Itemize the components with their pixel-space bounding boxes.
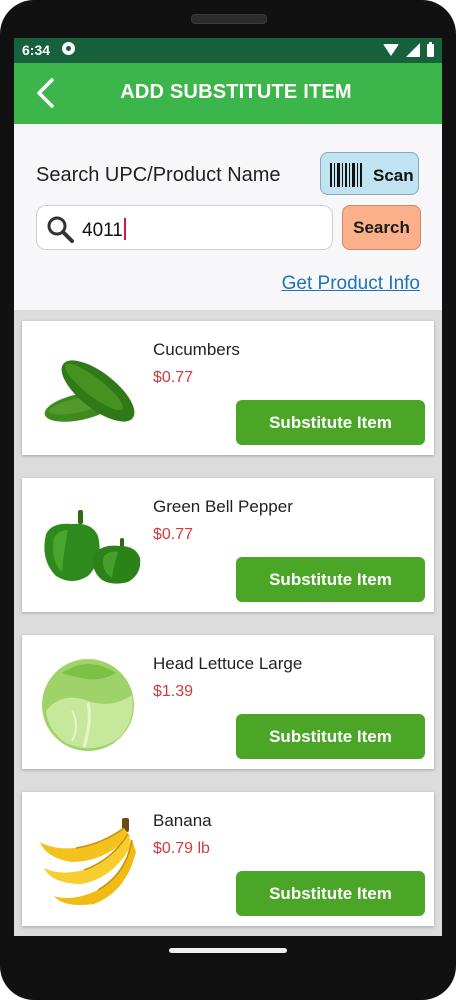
- search-input[interactable]: 4011: [36, 205, 333, 250]
- product-name: Head Lettuce Large: [153, 654, 303, 673]
- substitute-item-button[interactable]: Substitute Item: [236, 871, 425, 916]
- product-card-banana: Banana $0.79 lb Substitute Item: [22, 792, 434, 926]
- scan-button-label: Scan: [373, 166, 414, 185]
- product-list[interactable]: Cucumbers $0.77 Substitute Item Green Be…: [14, 310, 442, 936]
- battery-icon: [427, 41, 434, 57]
- screen: 6:34 ADD SUBSTITUTE ITEM Search UPC/Prod…: [14, 38, 442, 936]
- wifi-icon: [383, 44, 399, 56]
- product-price: $0.79 lb: [153, 840, 210, 857]
- search-label: Search UPC/Product Name: [36, 164, 281, 186]
- phone-frame: 6:34 ADD SUBSTITUTE ITEM Search UPC/Prod…: [0, 0, 456, 1000]
- product-name: Banana: [153, 811, 212, 830]
- product-price: $1.39: [153, 683, 194, 700]
- substitute-item-button[interactable]: Substitute Item: [236, 400, 425, 445]
- cucumber-image: [44, 360, 135, 422]
- lettuce-image: [42, 659, 134, 751]
- product-card-head-lettuce-large: Head Lettuce Large $1.39 Substitute Item: [22, 635, 434, 769]
- search-button[interactable]: Search: [342, 205, 421, 250]
- scan-button[interactable]: Scan: [320, 152, 419, 195]
- banana-image: [40, 818, 136, 905]
- green-bell-pepper-image: [44, 510, 141, 584]
- search-icon: [47, 216, 74, 243]
- home-indicator[interactable]: [169, 948, 287, 953]
- product-name: Green Bell Pepper: [153, 497, 293, 516]
- product-price: $0.77: [153, 526, 194, 543]
- get-product-info-link[interactable]: Get Product Info: [282, 273, 420, 295]
- notification-icon: [62, 42, 75, 55]
- text-caret: [123, 218, 126, 240]
- status-time: 6:34: [22, 42, 51, 58]
- barcode-icon: [330, 163, 362, 187]
- product-name: Cucumbers: [153, 340, 240, 359]
- status-icons: [383, 41, 434, 57]
- substitute-item-button[interactable]: Substitute Item: [236, 557, 425, 602]
- substitute-item-button[interactable]: Substitute Item: [236, 714, 425, 759]
- page-title: ADD SUBSTITUTE ITEM: [120, 81, 352, 103]
- app-bar: ADD SUBSTITUTE ITEM: [14, 63, 442, 124]
- product-price: $0.77: [153, 369, 194, 386]
- signal-icon: [406, 43, 420, 57]
- search-input-value: 4011: [82, 220, 123, 241]
- search-panel: Search UPC/Product Name Scan 4011 Search…: [14, 124, 442, 310]
- product-card-green-bell-pepper: Green Bell Pepper $0.77 Substitute Item: [22, 478, 434, 612]
- phone-speaker: [191, 14, 267, 24]
- status-bar: 6:34: [14, 38, 442, 63]
- product-card-cucumbers: Cucumbers $0.77 Substitute Item: [22, 321, 434, 455]
